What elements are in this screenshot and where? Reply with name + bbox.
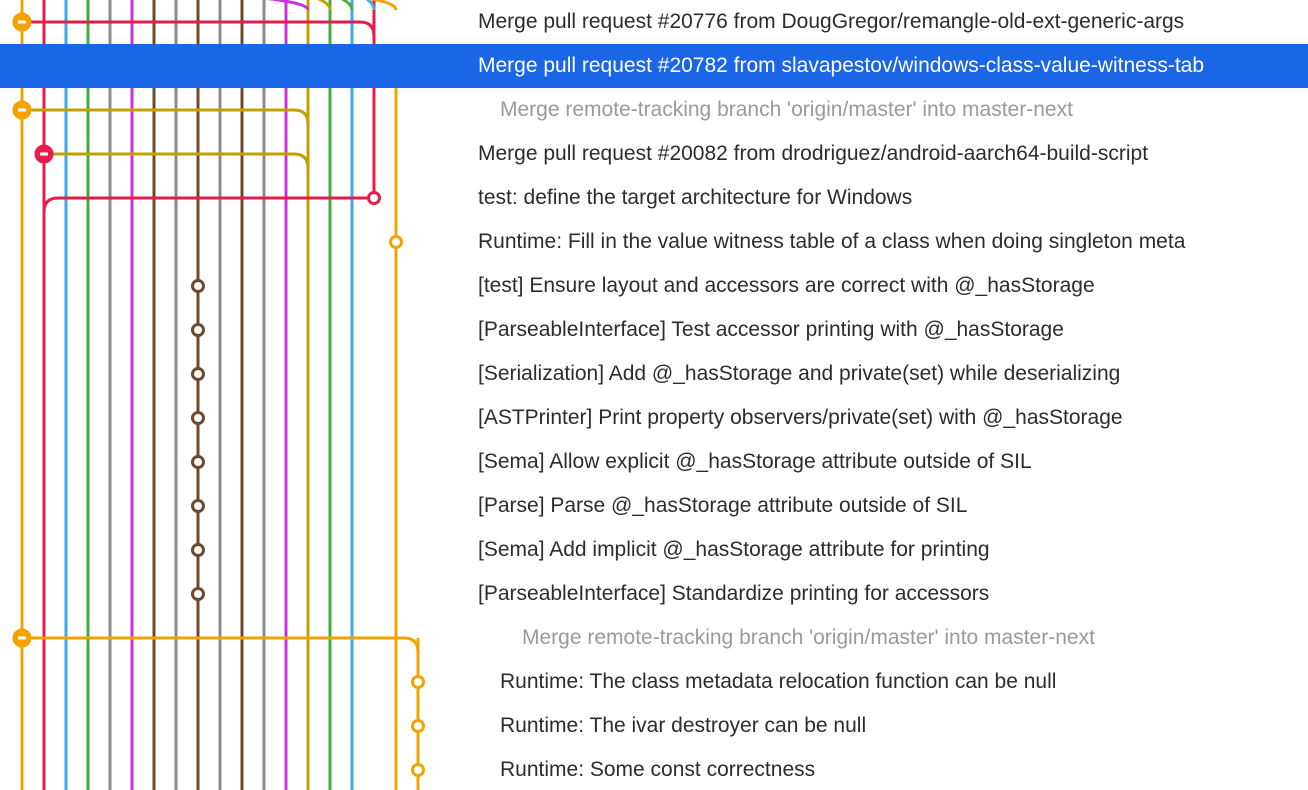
commit-row[interactable]: Runtime: Fill in the value witness table… (0, 220, 1308, 264)
commit-row[interactable]: [ParseableInterface] Standardize printin… (0, 572, 1308, 616)
commit-message: [ParseableInterface] Standardize printin… (478, 572, 989, 616)
commit-row[interactable]: [ParseableInterface] Test accessor print… (0, 308, 1308, 352)
commit-message: Merge remote-tracking branch 'origin/mas… (500, 88, 1073, 132)
commit-row[interactable]: [Sema] Allow explicit @_hasStorage attri… (0, 440, 1308, 484)
commit-row[interactable]: Runtime: Some const correctness (0, 748, 1308, 790)
commit-message: [test] Ensure layout and accessors are c… (478, 264, 1095, 308)
commit-row[interactable]: Merge pull request #20782 from slavapest… (0, 44, 1308, 88)
commit-row[interactable]: [Serialization] Add @_hasStorage and pri… (0, 352, 1308, 396)
commit-row[interactable]: [Sema] Add implicit @_hasStorage attribu… (0, 528, 1308, 572)
commit-message: Runtime: Some const correctness (500, 748, 815, 790)
commit-message: Merge pull request #20776 from DougGrego… (478, 0, 1184, 44)
commit-message: test: define the target architecture for… (478, 176, 912, 220)
commit-row[interactable]: [Parse] Parse @_hasStorage attribute out… (0, 484, 1308, 528)
commit-message: Merge pull request #20082 from drodrigue… (478, 132, 1148, 176)
commit-row[interactable]: Runtime: The ivar destroyer can be null (0, 704, 1308, 748)
commit-row[interactable]: Merge remote-tracking branch 'origin/mas… (0, 616, 1308, 660)
commit-message: [Sema] Add implicit @_hasStorage attribu… (478, 528, 990, 572)
commit-message: Merge pull request #20782 from slavapest… (478, 44, 1204, 88)
commit-row[interactable]: Merge remote-tracking branch 'origin/mas… (0, 88, 1308, 132)
commit-message: Merge remote-tracking branch 'origin/mas… (522, 616, 1095, 660)
commit-row[interactable]: Runtime: The class metadata relocation f… (0, 660, 1308, 704)
commit-row[interactable]: [test] Ensure layout and accessors are c… (0, 264, 1308, 308)
commit-row[interactable]: test: define the target architecture for… (0, 176, 1308, 220)
commit-message: Runtime: Fill in the value witness table… (478, 220, 1185, 264)
commit-message: Runtime: The class metadata relocation f… (500, 660, 1056, 704)
git-graph-panel: { "colors": { "selection_bg": "#1a66e6",… (0, 0, 1308, 790)
commit-message: Runtime: The ivar destroyer can be null (500, 704, 866, 748)
commit-message: [Sema] Allow explicit @_hasStorage attri… (478, 440, 1032, 484)
commit-row[interactable]: Merge pull request #20776 from DougGrego… (0, 0, 1308, 44)
commit-message: [ParseableInterface] Test accessor print… (478, 308, 1064, 352)
commit-message: [Serialization] Add @_hasStorage and pri… (478, 352, 1120, 396)
commit-message: [Parse] Parse @_hasStorage attribute out… (478, 484, 967, 528)
commit-row[interactable]: Merge pull request #20082 from drodrigue… (0, 132, 1308, 176)
commit-message: [ASTPrinter] Print property observers/pr… (478, 396, 1123, 440)
commit-row[interactable]: [ASTPrinter] Print property observers/pr… (0, 396, 1308, 440)
